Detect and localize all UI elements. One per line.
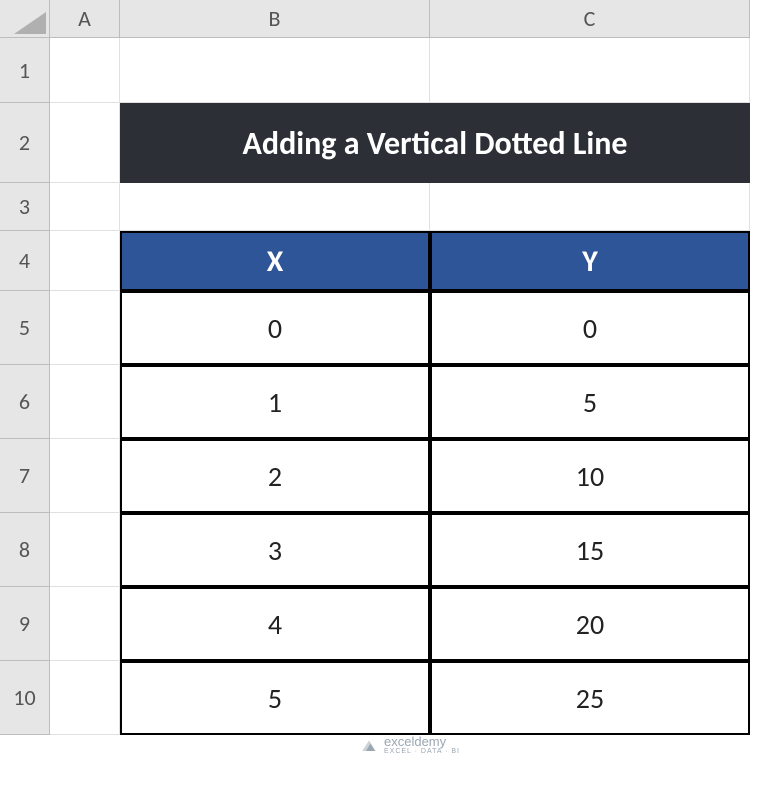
row-header-8[interactable]: 8 <box>0 513 50 587</box>
select-all-corner[interactable] <box>0 0 50 38</box>
title-cell[interactable]: Adding a Vertical Dotted Line <box>120 103 750 183</box>
cell-a8[interactable] <box>50 513 120 587</box>
watermark-text: exceldemy EXCEL · DATA · BI <box>384 734 460 755</box>
watermark-brand: exceldemy <box>384 734 446 749</box>
row-header-9[interactable]: 9 <box>0 587 50 661</box>
cell-a9[interactable] <box>50 587 120 661</box>
table-cell-x-4[interactable]: 4 <box>120 587 430 661</box>
table-header-y[interactable]: Y <box>430 231 750 291</box>
table-cell-y-2[interactable]: 10 <box>430 439 750 513</box>
table-cell-y-3[interactable]: 15 <box>430 513 750 587</box>
cell-a2[interactable] <box>50 103 120 183</box>
table-cell-y-4[interactable]: 20 <box>430 587 750 661</box>
row-header-10[interactable]: 10 <box>0 661 50 735</box>
table-cell-y-0[interactable]: 0 <box>430 291 750 365</box>
cell-a6[interactable] <box>50 365 120 439</box>
cell-b1[interactable] <box>120 38 430 103</box>
table-cell-x-3[interactable]: 3 <box>120 513 430 587</box>
row-header-5[interactable]: 5 <box>0 291 50 365</box>
cell-a10[interactable] <box>50 661 120 735</box>
cell-c1[interactable] <box>430 38 750 103</box>
row-header-7[interactable]: 7 <box>0 439 50 513</box>
row-header-6[interactable]: 6 <box>0 365 50 439</box>
cell-a3[interactable] <box>50 183 120 231</box>
col-header-c[interactable]: C <box>430 0 750 38</box>
table-cell-y-5[interactable]: 25 <box>430 661 750 735</box>
table-cell-x-1[interactable]: 1 <box>120 365 430 439</box>
cell-a1[interactable] <box>50 38 120 103</box>
cell-b3[interactable] <box>120 183 430 231</box>
table-cell-x-5[interactable]: 5 <box>120 661 430 735</box>
table-cell-x-2[interactable]: 2 <box>120 439 430 513</box>
watermark: exceldemy EXCEL · DATA · BI <box>360 734 460 755</box>
cell-c3[interactable] <box>430 183 750 231</box>
watermark-tagline: EXCEL · DATA · BI <box>384 748 460 755</box>
row-header-1[interactable]: 1 <box>0 38 50 103</box>
spreadsheet-grid: A B C 1 2 Adding a Vertical Dotted Line … <box>0 0 768 735</box>
row-header-3[interactable]: 3 <box>0 183 50 231</box>
cell-a5[interactable] <box>50 291 120 365</box>
row-header-4[interactable]: 4 <box>0 231 50 291</box>
watermark-icon <box>360 736 378 754</box>
cell-a4[interactable] <box>50 231 120 291</box>
col-header-a[interactable]: A <box>50 0 120 38</box>
col-header-b[interactable]: B <box>120 0 430 38</box>
table-header-x[interactable]: X <box>120 231 430 291</box>
cell-a7[interactable] <box>50 439 120 513</box>
table-cell-y-1[interactable]: 5 <box>430 365 750 439</box>
row-header-2[interactable]: 2 <box>0 103 50 183</box>
table-cell-x-0[interactable]: 0 <box>120 291 430 365</box>
